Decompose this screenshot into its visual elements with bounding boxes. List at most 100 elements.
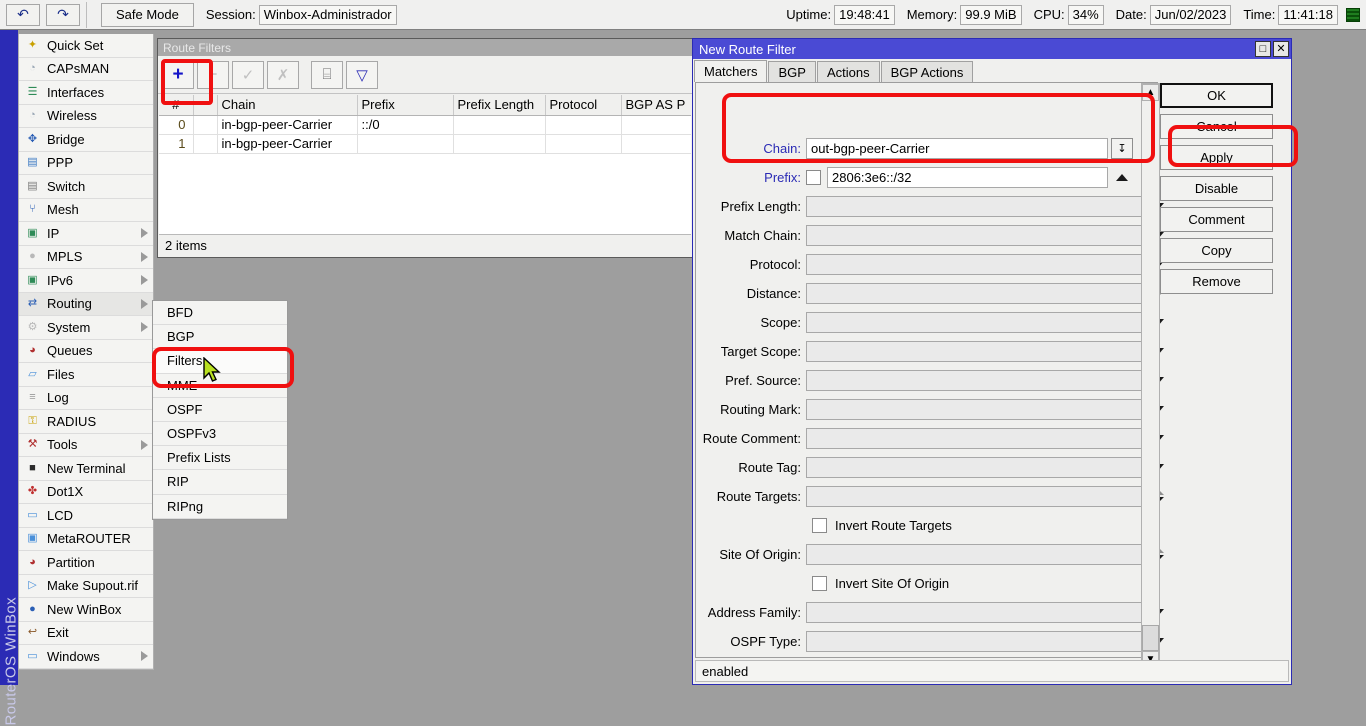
- table-row[interactable]: 1in-bgp-peer-Carrier: [159, 134, 691, 153]
- route-filters-list: # ChainPrefixPrefix LengthProtocolBGP AS …: [159, 95, 691, 234]
- sidebar-item-routing[interactable]: ⇄Routing: [19, 293, 153, 317]
- sidebar-item-partition[interactable]: ◕Partition: [19, 551, 153, 575]
- tab-matchers[interactable]: Matchers: [694, 60, 767, 82]
- sidebar-item-new-terminal[interactable]: ■New Terminal: [19, 457, 153, 481]
- input-prefix-length[interactable]: [806, 196, 1144, 217]
- sidebar-item-label: RADIUS: [47, 414, 96, 429]
- submenu-item-bfd[interactable]: BFD: [153, 301, 287, 325]
- sidebar-item-ip[interactable]: ▣IP: [19, 222, 153, 246]
- copy-button[interactable]: Copy: [1160, 238, 1273, 263]
- submenu-item-rip[interactable]: RIP: [153, 470, 287, 494]
- cancel-button[interactable]: Cancel: [1160, 114, 1273, 139]
- table-row[interactable]: 0in-bgp-peer-Carrier::/0: [159, 115, 691, 134]
- disable-button[interactable]: Disable: [1160, 176, 1273, 201]
- sidebar-item-label: System: [47, 320, 90, 335]
- remove-button[interactable]: Remove: [1160, 269, 1273, 294]
- sidebar-item-queues[interactable]: ◕Queues: [19, 340, 153, 364]
- input-address-family[interactable]: [806, 602, 1144, 623]
- sidebar-item-label: IP: [47, 226, 59, 241]
- column-header-protocol[interactable]: Protocol: [545, 95, 621, 115]
- checkbox-row-invert-site-of-origin[interactable]: Invert Site Of Origin: [812, 572, 949, 594]
- sidebar-item-quick-set[interactable]: ✦Quick Set: [19, 34, 153, 58]
- checkbox-row-invert-route-targets[interactable]: Invert Route Targets: [812, 514, 952, 536]
- sidebar-item-mpls[interactable]: ●MPLS: [19, 246, 153, 270]
- submenu-item-ripng[interactable]: RIPng: [153, 495, 287, 519]
- input-route-tag[interactable]: [806, 457, 1144, 478]
- column-header-prefix[interactable]: Prefix: [357, 95, 453, 115]
- comment-button[interactable]: ⌸: [311, 61, 343, 89]
- input-ospf-type[interactable]: [806, 631, 1144, 652]
- sidebar-item-files[interactable]: ▱Files: [19, 363, 153, 387]
- sidebar-item-radius[interactable]: ⚿RADIUS: [19, 410, 153, 434]
- sidebar-item-exit[interactable]: ↩Exit: [19, 622, 153, 646]
- input-pref-source[interactable]: [806, 370, 1144, 391]
- files-icon: ▱: [24, 366, 41, 382]
- sidebar-item-system[interactable]: ⚙System: [19, 316, 153, 340]
- add-button[interactable]: +: [162, 61, 194, 89]
- input-routing-mark[interactable]: [806, 399, 1144, 420]
- apply-button[interactable]: Apply: [1160, 145, 1273, 170]
- submenu-item-ospf[interactable]: OSPF: [153, 398, 287, 422]
- new-route-filter-title: New Route Filter: [699, 42, 796, 57]
- input-chain[interactable]: out-bgp-peer-Carrier: [806, 138, 1108, 159]
- dialog-scrollbar[interactable]: ▲ ▼: [1141, 83, 1160, 669]
- column-header--[interactable]: #: [159, 95, 193, 115]
- column-header-flags[interactable]: [193, 95, 217, 115]
- sidebar-item-ipv6[interactable]: ▣IPv6: [19, 269, 153, 293]
- input-distance[interactable]: [806, 283, 1144, 304]
- dropdown-button-chain[interactable]: ↧: [1111, 138, 1133, 159]
- sidebar-item-make-supout-rif[interactable]: ▷Make Supout.rif: [19, 575, 153, 599]
- memory-label: Memory:: [907, 7, 958, 22]
- column-header-bgp-as-p[interactable]: BGP AS P: [621, 95, 691, 115]
- input-match-chain[interactable]: [806, 225, 1144, 246]
- sidebar-item-tools[interactable]: ⚒Tools: [19, 434, 153, 458]
- input-site-of-origin[interactable]: [806, 544, 1144, 565]
- time-label: Time:: [1243, 7, 1275, 22]
- tab-actions[interactable]: Actions: [817, 61, 880, 82]
- column-header-prefix-length[interactable]: Prefix Length: [453, 95, 545, 115]
- brand-strip-label: RouterOS WinBox: [3, 616, 20, 726]
- sidebar-item-label: MetaROUTER: [47, 531, 131, 546]
- sidebar-item-bridge[interactable]: ✥Bridge: [19, 128, 153, 152]
- maximize-button[interactable]: □: [1255, 41, 1271, 57]
- safe-mode-button[interactable]: Safe Mode: [101, 3, 194, 27]
- tab-bgp-actions[interactable]: BGP Actions: [881, 61, 974, 82]
- sidebar-item-ppp[interactable]: ▤PPP: [19, 152, 153, 176]
- input-prefix[interactable]: 2806:3e6::/32: [827, 167, 1108, 188]
- scroll-up-button[interactable]: ▲: [1142, 84, 1159, 101]
- input-protocol[interactable]: [806, 254, 1144, 275]
- input-route-comment[interactable]: [806, 428, 1144, 449]
- sidebar-item-wireless[interactable]: ◔Wireless: [19, 105, 153, 129]
- sidebar-item-interfaces[interactable]: ☰Interfaces: [19, 81, 153, 105]
- submenu-item-prefix-lists[interactable]: Prefix Lists: [153, 446, 287, 470]
- sidebar-item-switch[interactable]: ▤Switch: [19, 175, 153, 199]
- disable-icon: ✗: [277, 66, 290, 84]
- filter-button[interactable]: ▽: [346, 61, 378, 89]
- input-route-targets[interactable]: [806, 486, 1144, 507]
- cell-protocol: [545, 134, 621, 153]
- submenu-item-ospfv3[interactable]: OSPFv3: [153, 422, 287, 446]
- undo-button[interactable]: ↶: [6, 4, 40, 26]
- checkbox-prefix[interactable]: [806, 170, 821, 185]
- ok-button[interactable]: OK: [1160, 83, 1273, 108]
- sidebar-item-windows[interactable]: ▭Windows: [19, 645, 153, 669]
- input-target-scope[interactable]: [806, 341, 1144, 362]
- close-button[interactable]: ✕: [1273, 41, 1289, 57]
- sidebar-item-capsman[interactable]: ◔CAPsMAN: [19, 58, 153, 82]
- checkbox-invert-route-targets[interactable]: [812, 518, 827, 533]
- submenu-item-bgp[interactable]: BGP: [153, 325, 287, 349]
- sidebar-item-metarouter[interactable]: ▣MetaROUTER: [19, 528, 153, 552]
- sidebar-item-dot1x[interactable]: ✤Dot1X: [19, 481, 153, 505]
- input-scope[interactable]: [806, 312, 1144, 333]
- column-header-chain[interactable]: Chain: [217, 95, 357, 115]
- comment-button[interactable]: Comment: [1160, 207, 1273, 232]
- redo-button[interactable]: ↷: [46, 4, 80, 26]
- collapse-button-prefix[interactable]: [1113, 167, 1130, 188]
- sidebar-item-mesh[interactable]: ⑂Mesh: [19, 199, 153, 223]
- sidebar-item-log[interactable]: ≡Log: [19, 387, 153, 411]
- tab-bgp[interactable]: BGP: [768, 61, 815, 82]
- scrollbar-thumb[interactable]: [1142, 625, 1159, 651]
- checkbox-invert-site-of-origin[interactable]: [812, 576, 827, 591]
- sidebar-item-new-winbox[interactable]: ●New WinBox: [19, 598, 153, 622]
- sidebar-item-lcd[interactable]: ▭LCD: [19, 504, 153, 528]
